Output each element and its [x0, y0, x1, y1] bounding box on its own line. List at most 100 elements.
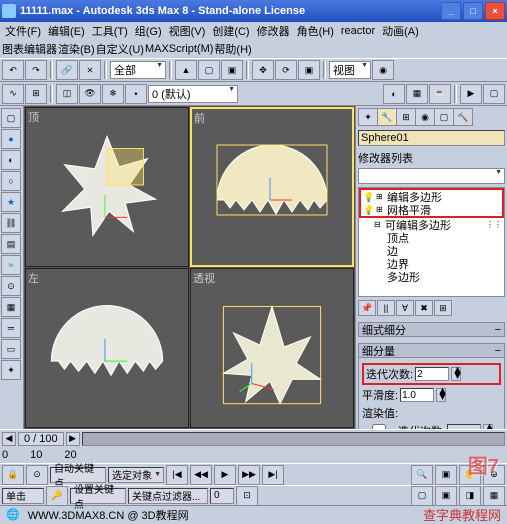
redo-button[interactable]: ↷: [25, 60, 47, 80]
water-icon[interactable]: ≈: [1, 255, 21, 275]
spinner-buttons[interactable]: ▲▼: [451, 367, 461, 381]
min-max-button[interactable]: ▦: [483, 486, 505, 506]
time-position[interactable]: 0 / 100: [18, 432, 64, 446]
menu-character[interactable]: 角色(H): [294, 22, 337, 40]
render-last-button[interactable]: ▢: [483, 84, 505, 104]
maximize-button[interactable]: □: [463, 2, 483, 20]
viewport-left[interactable]: 左: [25, 268, 189, 428]
prev-frame-button[interactable]: ◀: [2, 432, 16, 446]
next-key-button[interactable]: ▶▶: [238, 465, 260, 485]
display-tab[interactable]: ▢: [434, 108, 454, 126]
expand-icon[interactable]: ⊞: [376, 205, 384, 214]
menu-edit[interactable]: 编辑(E): [45, 22, 88, 40]
hierarchy-tab[interactable]: ⊞: [396, 108, 416, 126]
subobject-polygon[interactable]: 多边形: [359, 270, 504, 283]
selected-dropdown[interactable]: 选定对象: [108, 467, 164, 483]
maximize-viewport-button[interactable]: ◨: [459, 486, 481, 506]
plane-icon[interactable]: ▭: [1, 339, 21, 359]
menu-tools[interactable]: 工具(T): [89, 22, 131, 40]
zoom-extents-button[interactable]: ▢: [411, 486, 433, 506]
remove-button[interactable]: ✖: [415, 300, 433, 316]
render-iter-checkbox[interactable]: [362, 424, 396, 429]
center-button[interactable]: ◉: [372, 60, 394, 80]
sphere-icon[interactable]: ●: [1, 129, 21, 149]
layer-create-button[interactable]: ◫: [56, 84, 78, 104]
zoom-all-button[interactable]: ▣: [435, 465, 457, 485]
star-icon[interactable]: ★: [1, 192, 21, 212]
scale-button[interactable]: ▣: [298, 60, 320, 80]
modifier-item[interactable]: 网格平滑: [387, 202, 431, 218]
zoom-button[interactable]: 🔍: [411, 465, 433, 485]
chain-icon[interactable]: ⛓: [1, 213, 21, 233]
minimize-button[interactable]: _: [441, 2, 461, 20]
keyfilter-button[interactable]: 关键点过滤器...: [128, 488, 208, 504]
menu-help[interactable]: 帮助(H): [214, 41, 251, 57]
menu-views[interactable]: 视图(V): [166, 22, 209, 40]
layer-dropdown[interactable]: 0 (默认): [148, 85, 238, 103]
viewport-perspective[interactable]: 透视: [190, 268, 354, 428]
goto-start-button[interactable]: |◀: [166, 465, 188, 485]
link-button[interactable]: 🔗: [56, 60, 78, 80]
iterations-input[interactable]: [415, 367, 449, 381]
subobject-edge[interactable]: 边: [359, 244, 504, 257]
menu-maxscript[interactable]: MAXScript(M): [145, 43, 213, 55]
select-region-button[interactable]: ▢: [198, 60, 220, 80]
box-icon[interactable]: ▢: [1, 108, 21, 128]
render-scene-button[interactable]: ▦: [406, 84, 428, 104]
setkey-icon[interactable]: 🔑: [46, 486, 68, 506]
collapse-icon[interactable]: ⊟: [374, 220, 382, 229]
timeline-track[interactable]: [82, 432, 505, 446]
setkey-button[interactable]: 设置关键点: [70, 488, 126, 504]
play-button[interactable]: ▶: [214, 465, 236, 485]
object-name-input[interactable]: [358, 130, 505, 146]
menu-modifiers[interactable]: 修改器: [254, 22, 293, 40]
menu-graph[interactable]: 图表编辑器: [2, 41, 57, 57]
key-mode-button[interactable]: ⊙: [26, 465, 48, 485]
layer-lock-icon[interactable]: •: [125, 84, 147, 104]
coord-dropdown[interactable]: 视图: [329, 61, 371, 79]
torus-icon[interactable]: ○: [1, 171, 21, 191]
unique-button[interactable]: ∀: [396, 300, 414, 316]
menu-file[interactable]: 文件(F): [2, 22, 44, 40]
unlink-button[interactable]: ⨯: [79, 60, 101, 80]
move-button[interactable]: ✥: [252, 60, 274, 80]
utilities-tab[interactable]: 🔨: [453, 108, 473, 126]
zoom-extents-all-button[interactable]: ▣: [435, 486, 457, 506]
modifier-stack[interactable]: 💡⊞编辑多边形 💡⊞网格平滑 ⊟可编辑多边形⋮⋮ 顶点 边 边界 多边形: [358, 187, 505, 297]
wheel-icon[interactable]: ⊙: [1, 276, 21, 296]
expand-icon[interactable]: ⊞: [376, 192, 384, 201]
frame-input[interactable]: [210, 488, 234, 504]
pan-button[interactable]: ✋: [459, 465, 481, 485]
menu-reactor[interactable]: reactor: [338, 24, 378, 38]
spinner-buttons[interactable]: ▲▼: [483, 424, 493, 429]
bulb-icon[interactable]: 💡: [363, 192, 373, 202]
orbit-button[interactable]: ⊕: [483, 465, 505, 485]
motion-tab[interactable]: ◉: [415, 108, 435, 126]
cloth-icon[interactable]: ▦: [1, 297, 21, 317]
ragdoll-icon[interactable]: ✦: [1, 360, 21, 380]
lock-icon[interactable]: 🔒: [2, 465, 24, 485]
smoothness-input[interactable]: [400, 388, 434, 402]
cylinder-icon[interactable]: ◐: [1, 150, 21, 170]
schematic-view-button[interactable]: ⊞: [25, 84, 47, 104]
menu-create[interactable]: 创建(C): [209, 22, 252, 40]
create-tab[interactable]: ✦: [358, 108, 378, 126]
goto-end-button[interactable]: ▶|: [262, 465, 284, 485]
subobject-border[interactable]: 边界: [359, 257, 504, 270]
tape-icon[interactable]: ═: [1, 318, 21, 338]
filter-dropdown[interactable]: 全部: [110, 61, 166, 79]
show-result-button[interactable]: ||: [377, 300, 395, 316]
grid-icon[interactable]: ▤: [1, 234, 21, 254]
time-config-button[interactable]: ⊡: [236, 486, 258, 506]
layer-eye-icon[interactable]: 👁: [79, 84, 101, 104]
configure-button[interactable]: ⊞: [434, 300, 452, 316]
quick-render-button[interactable]: ☕: [429, 84, 451, 104]
prev-key-button[interactable]: ◀◀: [190, 465, 212, 485]
spinner-buttons[interactable]: ▲▼: [436, 388, 446, 402]
pin-stack-button[interactable]: 📌: [358, 300, 376, 316]
material-editor-button[interactable]: ◐: [383, 84, 405, 104]
rotate-button[interactable]: ⟳: [275, 60, 297, 80]
viewport-front[interactable]: 前: [190, 107, 354, 267]
curve-editor-button[interactable]: ∿: [2, 84, 24, 104]
viewport-top[interactable]: 顶: [25, 107, 189, 267]
